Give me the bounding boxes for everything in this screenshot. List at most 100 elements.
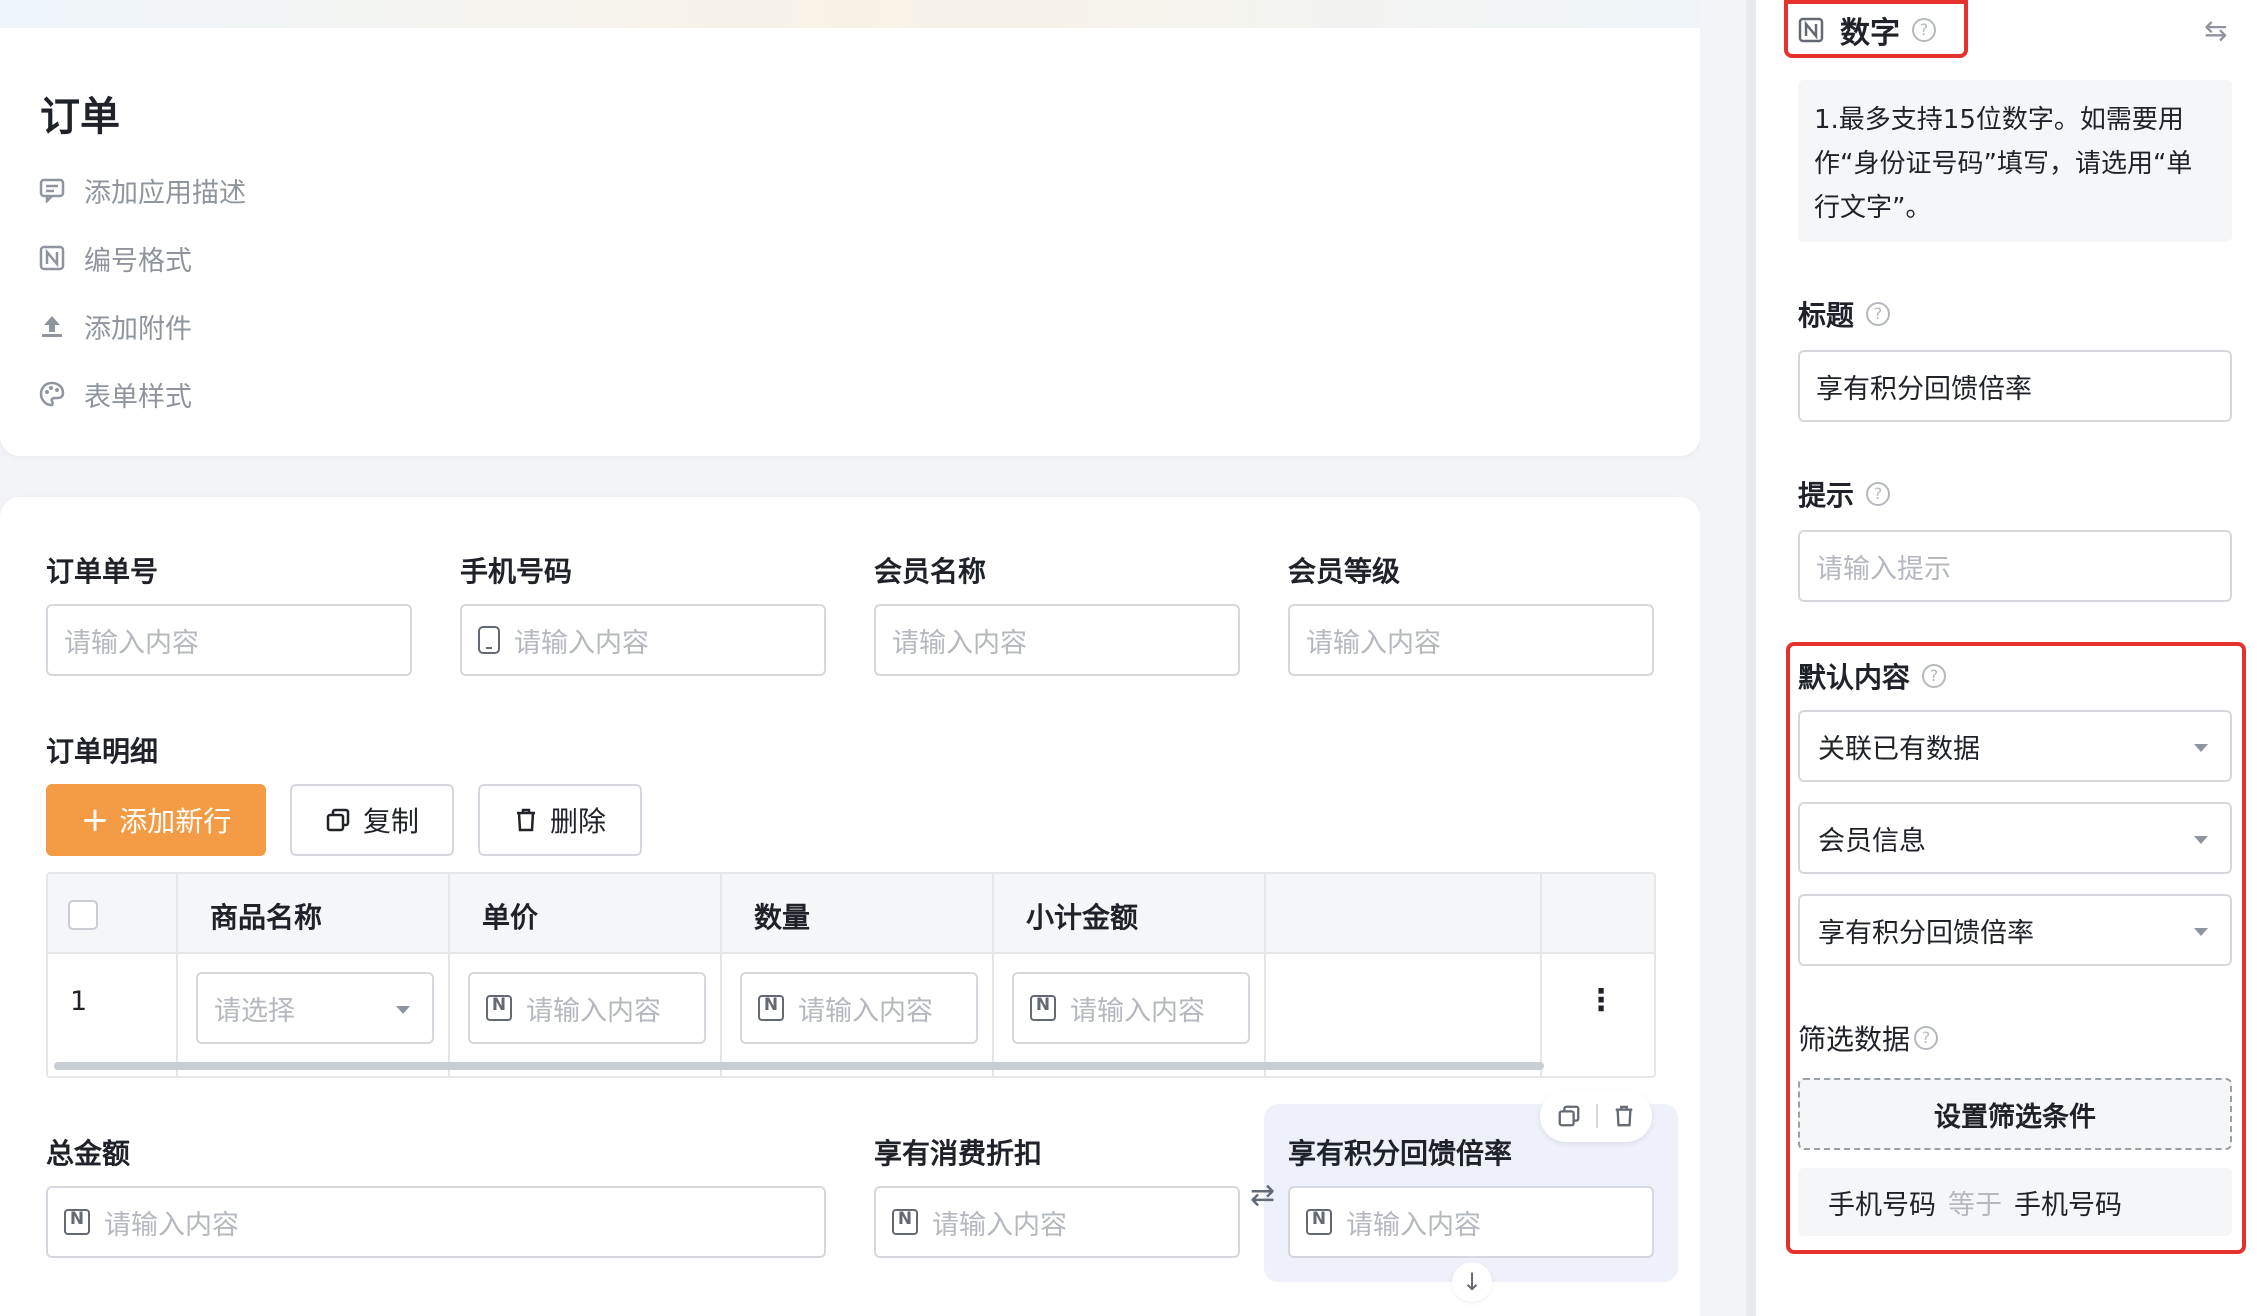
- order-detail-table: 商品名称 单价 数量 小计金额 1 请选择 请输入内容 请输入内容 请输入内容 …: [46, 872, 1656, 1078]
- select-all-checkbox[interactable]: [68, 900, 98, 930]
- header-gradient: [0, 0, 1700, 28]
- number-format-link[interactable]: 编号格式: [38, 238, 192, 278]
- field-actions: [1540, 1090, 1652, 1142]
- member-level-input[interactable]: 请输入内容: [1288, 604, 1654, 676]
- total-amount-label: 总金额: [46, 1137, 131, 1170]
- points-rate-input[interactable]: 请输入内容: [1288, 1186, 1654, 1258]
- separator: [1595, 1104, 1598, 1128]
- table-col-empty: [1266, 874, 1542, 1076]
- placeholder-text: 请输入内容: [526, 995, 661, 1027]
- button-label: 复制: [362, 805, 419, 838]
- placeholder-text: 请输入内容: [104, 1209, 239, 1241]
- column-header: 数量: [754, 901, 811, 934]
- filter-condition[interactable]: 手机号码 等于 手机号码: [1798, 1168, 2232, 1236]
- field-type[interactable]: 数字 ?: [1798, 8, 1936, 52]
- chevron-down-icon: [396, 1006, 410, 1014]
- label-text: 提示: [1798, 479, 1855, 512]
- meta-label: 添加应用描述: [84, 177, 246, 209]
- row-divider: [48, 954, 1654, 956]
- default-mode-select[interactable]: 关联已有数据: [1798, 710, 2232, 782]
- chevron-down-icon: [2194, 744, 2208, 752]
- horizontal-scrollbar[interactable]: [54, 1062, 1544, 1070]
- add-attachment-link[interactable]: 添加附件: [38, 306, 192, 346]
- plus-icon: +: [80, 800, 110, 840]
- linked-field-select[interactable]: 享有积分回馈倍率: [1798, 894, 2232, 966]
- placeholder-text: 请输入内容: [514, 627, 649, 659]
- qty-input[interactable]: 请输入内容: [740, 972, 978, 1044]
- meta-label: 编号格式: [84, 245, 192, 277]
- palette-icon: [38, 380, 66, 408]
- row-index: 1: [70, 986, 88, 1017]
- copy-icon[interactable]: [1557, 1104, 1581, 1128]
- linked-form-select[interactable]: 会员信息: [1798, 802, 2232, 874]
- total-amount-input[interactable]: 请输入内容: [46, 1186, 826, 1258]
- select-value: 会员信息: [1818, 825, 1926, 857]
- add-description-link[interactable]: 添加应用描述: [38, 170, 246, 210]
- select-value: 享有积分回馈倍率: [1818, 917, 2034, 949]
- hint-input[interactable]: 请输入提示: [1798, 530, 2232, 602]
- meta-label: 表单样式: [84, 381, 192, 413]
- placeholder-text: 请选择: [214, 995, 295, 1027]
- placeholder-text: 请输入内容: [1070, 995, 1205, 1027]
- app-root: 订单 添加应用描述 编号格式 添加附件 表单样式 订单单号 请输入内容 手机号码…: [0, 0, 2266, 1316]
- member-name-input[interactable]: 请输入内容: [874, 604, 1240, 676]
- default-content-label: 默认内容 ?: [1798, 656, 1947, 696]
- arrow-down-icon[interactable]: ↓: [1452, 1262, 1492, 1302]
- panel-divider: [1746, 0, 1756, 1316]
- placeholder-text: 请输入内容: [64, 627, 199, 659]
- help-icon[interactable]: ?: [1912, 18, 1936, 42]
- trash-icon[interactable]: [1613, 1104, 1635, 1128]
- order-no-input[interactable]: 请输入内容: [46, 604, 412, 676]
- set-filter-button[interactable]: 设置筛选条件: [1798, 1078, 2232, 1150]
- filter-data-label: 筛选数据 ?: [1798, 1018, 1939, 1058]
- filter-operator: 等于: [1948, 1189, 2002, 1221]
- trash-icon: [514, 807, 538, 833]
- help-icon[interactable]: ?: [1914, 1026, 1939, 1050]
- column-header: 小计金额: [1026, 901, 1139, 934]
- add-row-button[interactable]: + 添加新行: [46, 784, 266, 856]
- more-vertical-icon[interactable]: ⋮: [1586, 986, 1616, 1016]
- delete-button[interactable]: 删除: [478, 784, 642, 856]
- number-icon: [1030, 995, 1056, 1021]
- meta-label: 添加附件: [84, 313, 192, 345]
- hint-label: 提示 ?: [1798, 474, 1891, 514]
- copy-button[interactable]: 复制: [290, 784, 454, 856]
- field-tip: 1.最多支持15位数字。如需要用作“身份证号码”填写，请选用“单行文字”。: [1798, 80, 2232, 242]
- column-header: 单价: [482, 901, 539, 934]
- form-style-link[interactable]: 表单样式: [38, 374, 192, 414]
- form-title[interactable]: 订单: [40, 84, 120, 142]
- phone-input[interactable]: 请输入内容: [460, 604, 826, 676]
- points-rate-label: 享有积分回馈倍率: [1288, 1137, 1513, 1170]
- panel-gap: [1700, 0, 1748, 1316]
- product-select[interactable]: 请选择: [196, 972, 434, 1044]
- phone-icon: [478, 626, 500, 654]
- order-detail-label: 订单明细: [46, 735, 159, 768]
- discount-label: 享有消费折扣: [874, 1137, 1043, 1170]
- label-text: 标题: [1798, 299, 1855, 332]
- copy-icon: [325, 807, 351, 833]
- filter-right-field: 手机号码: [2014, 1189, 2122, 1221]
- price-input[interactable]: 请输入内容: [468, 972, 706, 1044]
- member-level-label: 会员等级: [1288, 555, 1401, 588]
- help-icon[interactable]: ?: [1866, 482, 1891, 506]
- help-icon[interactable]: ?: [1922, 664, 1947, 688]
- button-label: 删除: [549, 805, 606, 838]
- number-icon: [1798, 17, 1824, 43]
- button-label: 添加新行: [119, 805, 232, 838]
- subtotal-input[interactable]: 请输入内容: [1012, 972, 1250, 1044]
- chevron-down-icon: [2194, 928, 2208, 936]
- placeholder-text: 请输入内容: [892, 627, 1027, 659]
- number-icon: [38, 244, 66, 272]
- number-icon: [1306, 1209, 1332, 1235]
- title-input[interactable]: 享有积分回馈倍率: [1798, 350, 2232, 422]
- field-type-label: 数字: [1840, 16, 1900, 51]
- switch-type-icon[interactable]: ⇆: [2204, 14, 2227, 47]
- swap-icon[interactable]: ⇄: [1250, 1178, 1275, 1213]
- discount-input[interactable]: 请输入内容: [874, 1186, 1240, 1258]
- form-header-card: 订单 添加应用描述 编号格式 添加附件 表单样式: [0, 0, 1700, 456]
- help-icon[interactable]: ?: [1866, 302, 1891, 326]
- placeholder-text: 请输入内容: [1306, 627, 1441, 659]
- number-icon: [892, 1209, 918, 1235]
- placeholder-text: 请输入内容: [932, 1209, 1067, 1241]
- label-text: 默认内容: [1798, 661, 1911, 694]
